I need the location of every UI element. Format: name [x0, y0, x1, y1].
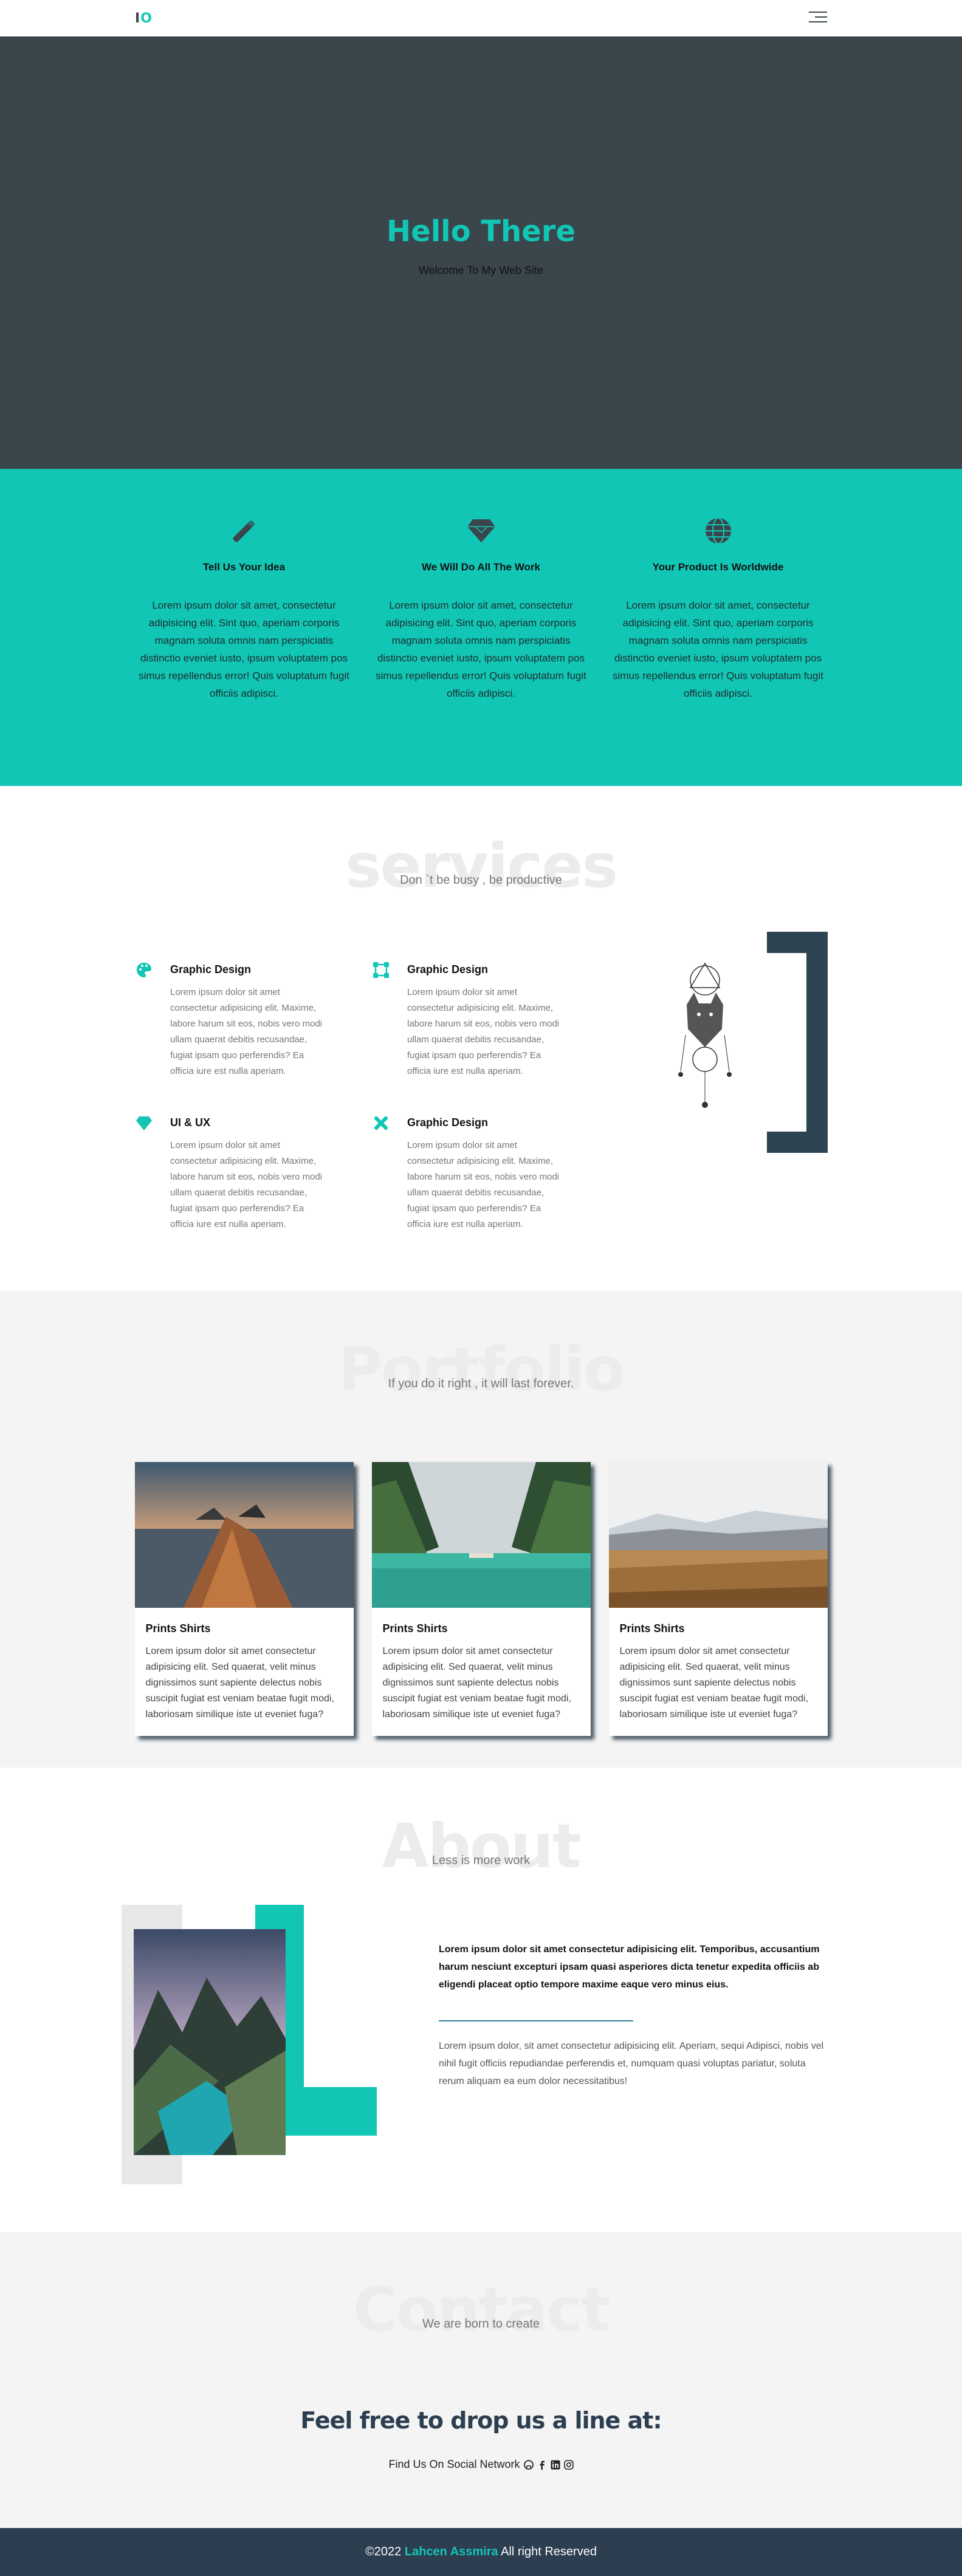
site-logo[interactable]: IO — [135, 11, 153, 26]
footer-rights: All right Reserved — [501, 2545, 597, 2558]
portfolio-subheading: If you do it right , it will last foreve… — [388, 1377, 574, 1390]
card-title: Prints Shirts — [382, 1622, 448, 1635]
about-lead: Lorem ipsum dolor sit amet consectetur a… — [439, 1944, 820, 1990]
site-header: IO — [0, 0, 962, 36]
contact-section: Contact We are born to create Feel free … — [0, 2232, 962, 2528]
service-item: Graphic Design Lorem ipsum dolor sit ame… — [372, 961, 560, 1079]
feature-work: We Will Do All The Work Lorem ipsum dolo… — [375, 513, 588, 786]
footer-author-link[interactable]: Lahcen Assmira — [405, 2545, 498, 2558]
section-heading: Portfolio If you do it right , it will l… — [0, 1339, 962, 1400]
instagram-icon[interactable] — [563, 2459, 574, 2470]
feature-worldwide: Your Product Is Worldwide Lorem ipsum do… — [612, 513, 825, 786]
globe-icon — [612, 513, 825, 549]
section-heading: About Less is more work — [0, 1816, 962, 1877]
portfolio-heading: Portfolio — [338, 1334, 625, 1405]
portfolio-card[interactable]: Prints Shirts Lorem ipsum dolor sit amet… — [608, 1462, 828, 1736]
contact-cta: Feel free to drop us a line at: — [300, 2407, 662, 2434]
service-text: Lorem ipsum dolor sit amet consectetur a… — [407, 1140, 560, 1229]
service-title: UI & UX — [170, 1116, 211, 1129]
tools-icon — [372, 1114, 390, 1132]
social-label: Find Us On Social Network — [388, 2458, 520, 2470]
feature-text: Lorem ipsum dolor sit amet, consectetur … — [139, 600, 349, 699]
feature-text: Lorem ipsum dolor sit amet, consectetur … — [376, 600, 586, 699]
about-heading: About — [382, 1811, 582, 1882]
service-item: Graphic Design Lorem ipsum dolor sit ame… — [135, 961, 323, 1079]
card-title: Prints Shirts — [145, 1622, 211, 1635]
hero-subtitle: Welcome To My Web Site — [418, 264, 544, 276]
service-title: Graphic Design — [170, 963, 252, 975]
portfolio-card[interactable]: Prints Shirts Lorem ipsum dolor sit amet… — [134, 1462, 354, 1736]
github-icon[interactable] — [523, 2459, 534, 2470]
about-subheading: Less is more work — [431, 1854, 531, 1867]
card-image-plains — [608, 1462, 828, 1608]
card-image-lagoon — [371, 1462, 591, 1608]
features-section: Tell Us Your Idea Lorem ipsum dolor sit … — [0, 469, 962, 786]
feature-title: Your Product Is Worldwide — [652, 561, 784, 573]
service-text: Lorem ipsum dolor sit amet consectetur a… — [170, 987, 323, 1076]
services-heading: services — [345, 830, 618, 901]
hero-title: Hello There — [386, 214, 575, 248]
about-body: Lorem ipsum dolor, sit amet consectetur … — [439, 2041, 824, 2086]
portfolio-card[interactable]: Prints Shirts Lorem ipsum dolor sit amet… — [371, 1462, 591, 1736]
card-text: Lorem ipsum dolor sit amet consectetur a… — [619, 1646, 808, 1720]
vector-square-icon — [372, 961, 390, 979]
gem-icon — [135, 1114, 153, 1132]
service-title: Graphic Design — [407, 1116, 489, 1129]
feature-text: Lorem ipsum dolor sit amet, consectetur … — [613, 600, 823, 699]
service-item: Graphic Design Lorem ipsum dolor sit ame… — [372, 1114, 560, 1232]
palette-icon — [135, 961, 153, 979]
decorative-bracket — [767, 932, 828, 1153]
card-title: Prints Shirts — [619, 1622, 685, 1635]
hamburger-icon[interactable] — [809, 12, 827, 24]
feature-title: Tell Us Your Idea — [202, 561, 286, 573]
contact-subheading: We are born to create — [422, 2317, 540, 2331]
card-text: Lorem ipsum dolor sit amet consectetur a… — [145, 1646, 334, 1720]
social-links: Find Us On Social Network — [0, 2458, 962, 2471]
pen-icon — [138, 513, 351, 549]
services-subheading: Don `t be busy , be productive — [400, 873, 562, 887]
about-photo-mountains — [134, 1929, 286, 2155]
section-heading: services Don `t be busy , be productive — [0, 836, 962, 897]
feature-idea: Tell Us Your Idea Lorem ipsum dolor sit … — [138, 513, 351, 786]
linkedin-icon[interactable] — [551, 2460, 560, 2470]
about-artwork — [122, 1905, 380, 2184]
divider — [439, 2020, 633, 2021]
contact-heading: Contact — [352, 2274, 611, 2345]
wolf-illustration — [668, 956, 741, 1114]
about-section: About Less is more work Lorem ipsum dolo… — [0, 1768, 962, 2232]
card-text: Lorem ipsum dolor sit amet consectetur a… — [382, 1646, 571, 1720]
feature-title: We Will Do All The Work — [421, 561, 541, 573]
facebook-icon[interactable] — [537, 2460, 547, 2470]
portfolio-section: Portfolio If you do it right , it will l… — [0, 1291, 962, 1768]
footer-copyright: ©2022 — [365, 2545, 402, 2558]
service-text: Lorem ipsum dolor sit amet consectetur a… — [407, 987, 560, 1076]
service-title: Graphic Design — [407, 963, 489, 975]
service-item: UI & UX Lorem ipsum dolor sit amet conse… — [135, 1114, 323, 1232]
hero-section: Hello There Welcome To My Web Site — [0, 36, 962, 469]
services-section: services Don `t be busy , be productive … — [0, 786, 962, 1291]
section-heading: Contact We are born to create — [0, 2280, 962, 2340]
service-text: Lorem ipsum dolor sit amet consectetur a… — [170, 1140, 323, 1229]
site-footer: ©2022 Lahcen Assmira All right Reserved — [0, 2528, 962, 2576]
diamond-icon — [375, 513, 588, 549]
card-image-cliffs — [134, 1462, 354, 1608]
